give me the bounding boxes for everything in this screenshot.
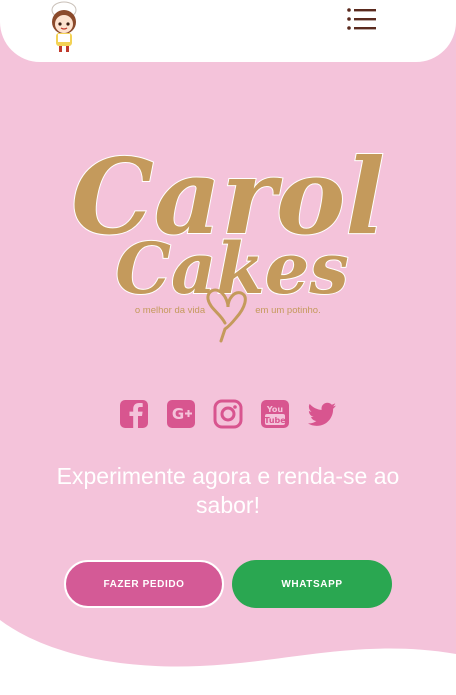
header-bar	[0, 0, 456, 62]
social-links: G You Tube	[118, 398, 338, 430]
logo-slogan-right: em um potinho.	[255, 305, 320, 316]
hero-tagline: Experimente agora e renda-se ao sabor!	[56, 463, 400, 518]
chef-girl-mascot-icon[interactable]	[38, 0, 90, 54]
list-menu-icon[interactable]	[344, 4, 378, 34]
google-plus-icon[interactable]: G	[165, 398, 197, 430]
svg-text:You: You	[266, 405, 284, 414]
youtube-icon[interactable]: You Tube	[259, 398, 291, 430]
svg-text:G: G	[172, 405, 184, 423]
twitter-icon[interactable]	[306, 398, 338, 430]
facebook-icon[interactable]	[118, 398, 150, 430]
carol-cakes-logo: Carol Cakes o melhor da vida em um potin…	[70, 134, 386, 343]
bottom-wave-divider	[0, 620, 456, 695]
order-button[interactable]: Fazer Pedido	[64, 560, 224, 608]
instagram-icon[interactable]	[212, 398, 244, 430]
svg-text:Tube: Tube	[264, 416, 286, 425]
logo-slogan-left: o melhor da vida	[135, 305, 206, 316]
whatsapp-button[interactable]: WhatsApp	[232, 560, 392, 608]
